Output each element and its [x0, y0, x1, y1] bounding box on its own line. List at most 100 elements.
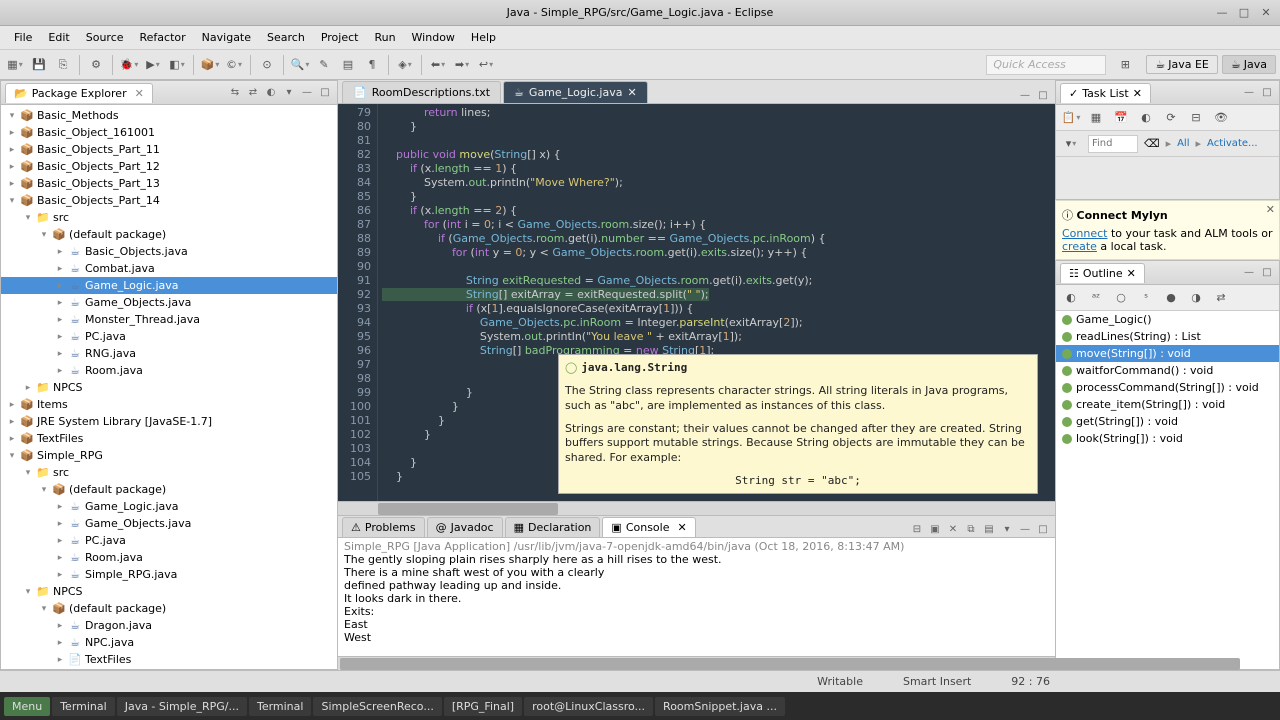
- back-button[interactable]: ⬅: [427, 54, 449, 76]
- save-button[interactable]: 💾: [28, 54, 50, 76]
- save-all-button[interactable]: ⎘: [52, 54, 74, 76]
- console-tool[interactable]: ▤: [981, 521, 997, 537]
- tree-node[interactable]: ▸☕PC.java: [1, 532, 337, 549]
- minimize-view-icon[interactable]: —: [299, 85, 315, 101]
- hide-button[interactable]: 👁: [1210, 107, 1232, 129]
- console-tool[interactable]: ▾: [999, 521, 1015, 537]
- taskbar-item[interactable]: Terminal: [249, 697, 312, 716]
- tree-node[interactable]: ▸☕Dragon.java: [1, 617, 337, 634]
- bottom-tab-javadoc[interactable]: @Javadoc: [427, 517, 503, 537]
- new-button[interactable]: ▦: [4, 54, 26, 76]
- menu-help[interactable]: Help: [463, 28, 504, 47]
- editor-tab-gamelogic[interactable]: ☕ Game_Logic.java ✕: [503, 81, 648, 103]
- tree-node[interactable]: ▾📦Basic_Methods: [1, 107, 337, 124]
- taskbar-item[interactable]: Java - Simple_RPG/...: [117, 697, 247, 716]
- tree-node[interactable]: ▸☕Room.java: [1, 362, 337, 379]
- tree-node[interactable]: ▸☕Room.java: [1, 549, 337, 566]
- close-tab-icon[interactable]: ✕: [1127, 267, 1136, 280]
- hide-nonpublic-button[interactable]: ●: [1160, 287, 1182, 309]
- menu-search[interactable]: Search: [259, 28, 313, 47]
- focus-task-icon[interactable]: ◐: [263, 85, 279, 101]
- tree-node[interactable]: ▸☕Game_Objects.java: [1, 294, 337, 311]
- view-menu-icon[interactable]: ▾: [281, 85, 297, 101]
- tree-node[interactable]: ▸📄TextFiles: [1, 651, 337, 668]
- tree-node[interactable]: ▾📦(default package): [1, 226, 337, 243]
- tree-node[interactable]: ▸📦Basic_Objects_Part_11: [1, 141, 337, 158]
- show-whitespace-button[interactable]: ¶: [361, 54, 383, 76]
- tree-node[interactable]: ▾📦(default package): [1, 481, 337, 498]
- outline-item[interactable]: look(String[]) : void: [1056, 430, 1279, 447]
- coverage-button[interactable]: ◧: [166, 54, 188, 76]
- maximize-view-icon[interactable]: □: [1259, 85, 1275, 101]
- toggle-mark-button[interactable]: ✎: [313, 54, 335, 76]
- taskbar-item[interactable]: Menu: [4, 697, 50, 716]
- tree-node[interactable]: ▸☕NPC.java: [1, 634, 337, 651]
- focus-button[interactable]: ◐: [1135, 107, 1157, 129]
- toggle-block-button[interactable]: ▤: [337, 54, 359, 76]
- menu-window[interactable]: Window: [404, 28, 463, 47]
- search-button[interactable]: 🔍: [289, 54, 311, 76]
- tree-node[interactable]: ▸☕Simple_RPG.java: [1, 566, 337, 583]
- taskbar-item[interactable]: root@LinuxClassro...: [524, 697, 653, 716]
- create-link[interactable]: create: [1062, 240, 1097, 253]
- tree-node[interactable]: ▸☕RNG.java: [1, 345, 337, 362]
- tree-node[interactable]: ▸📦TextFiles: [1, 430, 337, 447]
- minimize-view-icon[interactable]: —: [1241, 85, 1257, 101]
- taskbar-item[interactable]: SimpleScreenReco...: [313, 697, 441, 716]
- close-tab-icon[interactable]: ✕: [1133, 87, 1142, 100]
- filter-button[interactable]: ▾: [1060, 133, 1082, 155]
- editor-hscroll[interactable]: [338, 501, 1055, 515]
- close-tab-icon[interactable]: ✕: [135, 87, 144, 100]
- close-tab-icon[interactable]: ✕: [627, 86, 636, 99]
- tree-node[interactable]: ▸☕Basic_Objects.java: [1, 243, 337, 260]
- console-tool[interactable]: ▣: [927, 521, 943, 537]
- forward-button[interactable]: ➡: [451, 54, 473, 76]
- tree-node[interactable]: ▾📁NPCS: [1, 583, 337, 600]
- menu-project[interactable]: Project: [313, 28, 367, 47]
- new-task-button[interactable]: 📋: [1060, 107, 1082, 129]
- package-explorer-tab[interactable]: 📂 Package Explorer ✕: [5, 83, 153, 103]
- minimize-editor-icon[interactable]: —: [1017, 87, 1033, 103]
- close-mylyn-icon[interactable]: ✕: [1266, 203, 1275, 216]
- tree-node[interactable]: ▸☕Combat.java: [1, 260, 337, 277]
- schedule-button[interactable]: 📅: [1110, 107, 1132, 129]
- maximize-editor-icon[interactable]: □: [1035, 87, 1051, 103]
- console-tool[interactable]: ✕: [945, 521, 961, 537]
- tree-node[interactable]: ▸☕Game_Logic.java: [1, 277, 337, 294]
- console-hscroll[interactable]: [338, 656, 1055, 670]
- debug-button[interactable]: 🐞: [118, 54, 140, 76]
- tree-node[interactable]: ▸📦JRE System Library [JavaSE-1.7]: [1, 413, 337, 430]
- new-package-button[interactable]: 📦: [199, 54, 221, 76]
- run-button[interactable]: ▶: [142, 54, 164, 76]
- tree-node[interactable]: ▸📦Basic_Objects_Part_13: [1, 175, 337, 192]
- taskbar-item[interactable]: RoomSnippet.java ...: [655, 697, 785, 716]
- minimize-icon[interactable]: —: [1214, 5, 1230, 21]
- outline-item[interactable]: Game_Logic(): [1056, 311, 1279, 328]
- editor-tab-roomdesc[interactable]: 📄 RoomDescriptions.txt: [342, 81, 501, 103]
- code-editor[interactable]: 7980818283848586878889909192939495969798…: [338, 104, 1055, 501]
- tree-node[interactable]: ▸📦Basic_Objects_Part_12: [1, 158, 337, 175]
- outline-tab[interactable]: ☷ Outline ✕: [1060, 263, 1145, 283]
- build-button[interactable]: ⚙: [85, 54, 107, 76]
- maximize-icon[interactable]: □: [1236, 5, 1252, 21]
- hide-fields-button[interactable]: ○: [1110, 287, 1132, 309]
- quick-access-input[interactable]: Quick Access: [986, 55, 1106, 75]
- tree-node[interactable]: ▾📦Basic_Objects_Part_14: [1, 192, 337, 209]
- tree-node[interactable]: ▸☕Monster_Thread.java: [1, 311, 337, 328]
- new-class-button[interactable]: ©: [223, 54, 245, 76]
- hide-local-button[interactable]: ◑: [1185, 287, 1207, 309]
- package-explorer-tree[interactable]: ▾📦Basic_Methods▸📦Basic_Object_161001▸📦Ba…: [1, 105, 337, 669]
- bottom-tab-console[interactable]: ▣Console✕: [602, 517, 695, 537]
- collapse-button[interactable]: ⊟: [1185, 107, 1207, 129]
- sort-button[interactable]: ᵃᶻ: [1085, 287, 1107, 309]
- tree-node[interactable]: ▸📁NPCS: [1, 379, 337, 396]
- bottom-tab-declaration[interactable]: ▦Declaration: [505, 517, 601, 537]
- menu-source[interactable]: Source: [78, 28, 132, 47]
- perspective-javaee[interactable]: ☕ Java EE: [1146, 55, 1218, 74]
- sync-button[interactable]: ⟳: [1160, 107, 1182, 129]
- annotation-button[interactable]: ◈: [394, 54, 416, 76]
- menu-navigate[interactable]: Navigate: [194, 28, 259, 47]
- menu-file[interactable]: File: [6, 28, 40, 47]
- minimize-view-icon[interactable]: —: [1241, 265, 1257, 281]
- console-tool[interactable]: ⊟: [909, 521, 925, 537]
